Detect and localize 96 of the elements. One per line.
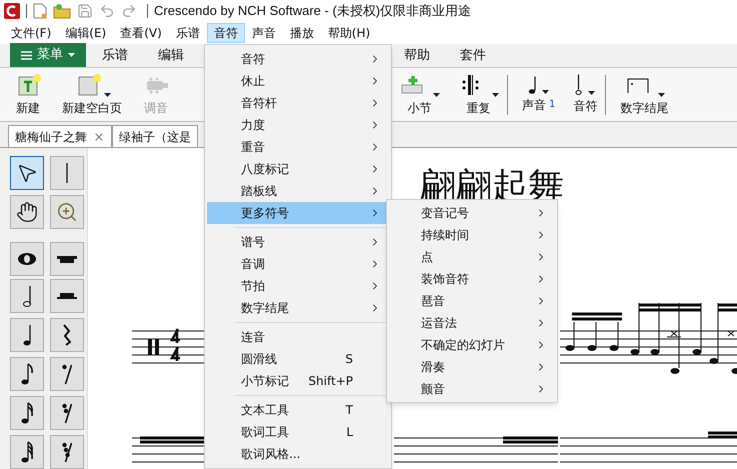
menu-bar-item[interactable]: 乐谱	[168, 23, 207, 43]
tool-button[interactable]	[10, 195, 44, 229]
menu-item[interactable]: 力度	[207, 114, 389, 136]
tool-button[interactable]	[10, 396, 44, 430]
menu-item[interactable]: 重音	[207, 136, 389, 158]
document-tab[interactable]: 绿袖子（这是	[112, 125, 198, 147]
document-tab[interactable]: 糖梅仙子之舞	[8, 125, 112, 147]
voice-number: 1	[549, 98, 556, 112]
menu-item[interactable]: 连音	[207, 326, 389, 348]
ribbon-tab[interactable]: 帮助	[390, 45, 444, 67]
thirty-second-rest-icon	[62, 442, 72, 462]
toolbar-button[interactable]: 新建空白页	[62, 72, 122, 116]
menu-item[interactable]: 装饰音符	[387, 268, 557, 290]
tool-button[interactable]	[50, 435, 84, 469]
menu-item[interactable]: 小节标记 Shift+P	[207, 370, 389, 392]
folder-icon[interactable]	[53, 3, 71, 19]
menu-item[interactable]: 八度标记	[207, 158, 389, 180]
menu-item[interactable]: 歌词工具 L	[207, 421, 389, 443]
menu-bar-item[interactable]: 帮助(H)	[320, 23, 378, 43]
dropdown-caret-icon	[492, 92, 499, 96]
menu-bar-item[interactable]: 播放	[282, 23, 321, 43]
save-icon[interactable]	[77, 3, 93, 19]
sixteenth-rest-icon	[62, 402, 72, 424]
menu-item[interactable]: 颤音	[387, 378, 557, 400]
toolbar-button[interactable]: 声音 1	[522, 76, 556, 114]
pointer-icon	[16, 162, 38, 184]
tool-button[interactable]	[10, 242, 44, 276]
menu-item[interactable]: 圆滑线 S	[207, 348, 389, 370]
menu-item[interactable]: 音符	[207, 48, 389, 70]
menu-item[interactable]: 歌词风格...	[207, 443, 389, 465]
tool-button[interactable]	[50, 357, 84, 391]
menu-bar-item[interactable]: 声音	[244, 23, 283, 43]
quarter-note-icon	[22, 324, 32, 346]
dropdown-caret-icon	[658, 92, 665, 96]
toolbar-button[interactable]: 新建	[14, 72, 42, 116]
tool-button[interactable]	[50, 396, 84, 430]
menu-bar-item[interactable]: 查看(V)	[113, 23, 169, 43]
whole-rest-icon	[56, 256, 76, 262]
menu-icon	[21, 50, 32, 60]
menu-bar-item[interactable]: 文件(F)	[4, 23, 58, 43]
menu-item[interactable]: 琶音	[387, 290, 557, 312]
window-title: Crescendo by NCH Software - (未授权)仅限非商业用途	[154, 2, 472, 20]
tool-button[interactable]	[10, 279, 44, 313]
menu-item[interactable]: 音调	[207, 253, 389, 275]
half-rest-icon	[56, 293, 76, 299]
menu-item[interactable]: 更多符号	[207, 202, 389, 224]
ribbon-tab[interactable]: 乐谱	[88, 45, 142, 67]
tool-button[interactable]	[10, 435, 44, 469]
text-cursor-icon	[66, 163, 68, 183]
eighth-rest-icon	[62, 364, 72, 384]
whole-note-icon	[18, 253, 36, 265]
sixteenth-note-icon	[20, 402, 34, 424]
ribbon-tab[interactable]: 编辑	[144, 45, 198, 67]
toolbar-button[interactable]: 数字结尾	[620, 72, 668, 116]
ribbon-tab[interactable]: 套件	[446, 45, 500, 67]
menu-item[interactable]: 变音记号	[387, 202, 557, 224]
tool-button[interactable]	[10, 318, 44, 352]
hand-icon	[16, 201, 38, 223]
menu-item[interactable]: 谱号	[207, 231, 389, 253]
menu-item[interactable]: 音符杆	[207, 92, 389, 114]
menu-bar-item[interactable]: 音符	[206, 23, 245, 43]
menu-item[interactable]: 运音法	[387, 312, 557, 334]
menu-item[interactable]: 休止	[207, 70, 389, 92]
stem-note-icon	[575, 74, 582, 95]
tool-button[interactable]	[10, 357, 44, 391]
close-icon[interactable]	[93, 130, 105, 142]
menu-item[interactable]: 节拍	[207, 275, 389, 297]
quarter-rest-icon	[62, 324, 71, 346]
app-logo-icon	[4, 3, 20, 19]
new-file-icon[interactable]	[33, 3, 47, 19]
tool-button[interactable]	[50, 242, 84, 276]
menu-item[interactable]: 不确定的幻灯片	[387, 334, 557, 356]
dropdown-caret-icon	[542, 90, 550, 94]
tool-button[interactable]	[10, 156, 44, 190]
menu-item[interactable]: 踏板线	[207, 180, 389, 202]
quarter-note-icon	[528, 76, 536, 94]
toolbar-button[interactable]: 小节	[399, 72, 440, 116]
eighth-note-icon	[20, 362, 34, 386]
menu-item[interactable]: 点	[387, 246, 557, 268]
menu-item[interactable]: 持续时间	[387, 224, 557, 246]
menu-item[interactable]: 滑奏	[387, 356, 557, 378]
menu-item[interactable]: 文本工具 T	[207, 399, 389, 421]
tool-button[interactable]	[50, 318, 84, 352]
caret-icon	[68, 53, 75, 57]
toolbar-button[interactable]: 重复	[458, 72, 499, 116]
menu-item[interactable]: 数字结尾	[207, 297, 389, 319]
dropdown-caret-icon	[104, 92, 110, 96]
tool-button[interactable]	[50, 279, 84, 313]
dropdown-caret-icon	[588, 91, 596, 95]
dropdown-caret-icon	[433, 92, 440, 96]
zoom-icon	[56, 201, 78, 223]
menu-bar-item[interactable]: 编辑(E)	[58, 23, 114, 43]
half-note-icon	[22, 284, 32, 308]
toolbar-button[interactable]: 音符	[573, 74, 598, 115]
main-menu-button[interactable]: 菜单	[10, 43, 86, 67]
thirty-second-note-icon	[20, 440, 34, 464]
